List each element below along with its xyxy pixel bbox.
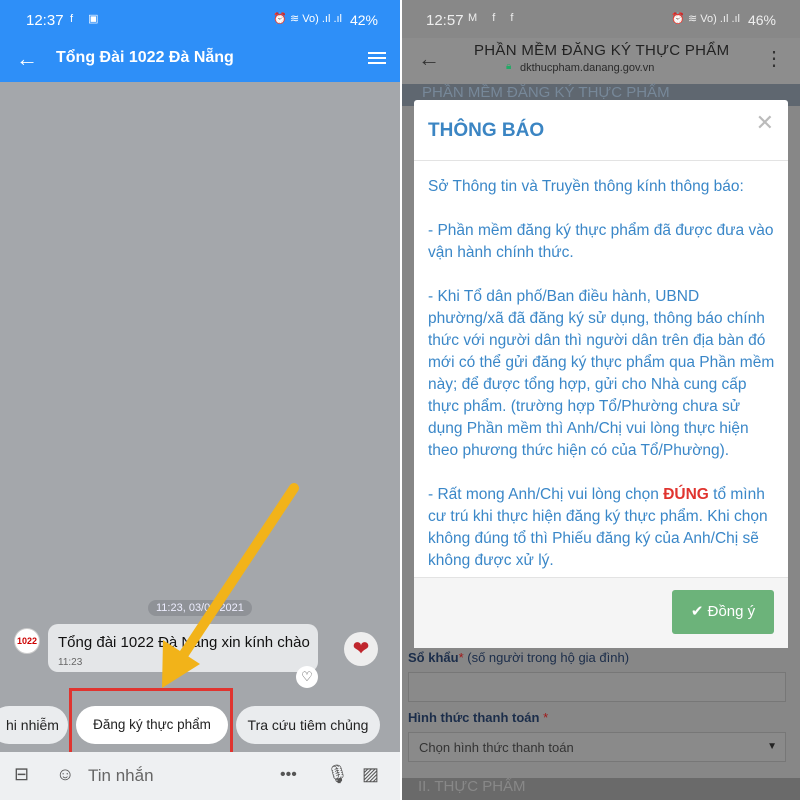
more-icon[interactable]: ••• xyxy=(280,766,297,784)
clock: 12:57 xyxy=(426,12,464,29)
close-icon[interactable]: ✕ xyxy=(756,110,774,136)
lock-icon: 🔒︎ xyxy=(506,61,512,72)
payment-select[interactable]: Chọn hình thức thanh toán ▼ xyxy=(408,732,786,762)
more-vert-icon[interactable]: ⋮ xyxy=(764,46,784,71)
chevron-down-icon: ▼ xyxy=(767,741,777,752)
household-label: Sổ khẩu* (số người trong hộ gia đình) xyxy=(408,650,630,665)
highlight-box xyxy=(69,688,233,756)
microphone-icon[interactable]: 🎙︎ xyxy=(326,764,349,785)
notice-paragraph: - Khi Tổ dân phố/Ban điều hành, UBND phư… xyxy=(428,288,775,459)
notification-icons: f ▣ xyxy=(70,13,105,25)
battery-level: 42% xyxy=(349,12,378,28)
notification-icons: M f f xyxy=(468,12,520,24)
heart-outline-icon[interactable]: ♡ xyxy=(296,666,318,688)
message-input[interactable]: Tin nhắn xyxy=(88,766,154,786)
payment-select-value: Chọn hình thức thanh toán xyxy=(419,740,574,755)
agree-button[interactable]: ✔ Đồng ý xyxy=(672,590,774,634)
chat-title: Tổng Đài 1022 Đà Nẵng xyxy=(56,49,234,66)
avatar[interactable]: 1022 xyxy=(14,628,40,654)
message-bubble[interactable]: Tổng đài 1022 Đà Nẵng xin kính chào 11:2… xyxy=(48,624,318,672)
divider xyxy=(414,160,788,161)
status-bar: 12:37 f ▣ ⏰ ≋ Vo) .ıl .ıl 42% xyxy=(0,0,400,38)
notice-modal: THÔNG BÁO ✕ Sở Thông tin và Truyền thông… xyxy=(414,100,788,648)
notice-paragraph: - Rất mong Anh/Chị vui lòng chọn ĐÚNG tổ… xyxy=(428,486,768,569)
quick-reply-vaccine-lookup[interactable]: Tra cứu tiêm chủng xyxy=(236,706,380,744)
browser-header: ← PHẦN MỀM ĐĂNG KÝ THỰC PHẨM 🔒︎ dkthucph… xyxy=(402,38,800,84)
notice-paragraph: - Phần mềm đăng ký thực phẩm đã được đưa… xyxy=(428,222,774,261)
heart-reaction-icon[interactable]: ❤ xyxy=(344,632,378,666)
message-text: Tổng đài 1022 Đà Nẵng xin kính chào xyxy=(58,634,310,651)
signal-icons: ⏰ ≋ Vo) .ıl .ıl xyxy=(671,13,740,25)
menu-icon[interactable] xyxy=(368,49,386,65)
inbox-icon[interactable]: ⊟ xyxy=(14,764,29,785)
modal-body: Sở Thông tin và Truyền thông kính thông … xyxy=(428,176,778,576)
status-bar: 12:57 M f f ⏰ ≋ Vo) .ıl .ıl 46% xyxy=(402,0,800,38)
section-heading: II. THỰC PHẨM xyxy=(402,778,800,800)
household-input[interactable] xyxy=(408,672,786,702)
browser-screen: 12:57 M f f ⏰ ≋ Vo) .ıl .ıl 46% ← PHẦN M… xyxy=(402,0,800,800)
payment-label: Hình thức thanh toán * xyxy=(408,710,549,725)
message-input-bar: ⊟ ☺ Tin nhắn ••• 🎙︎ ▨ xyxy=(0,752,400,800)
zalo-chat-screen: 12:37 f ▣ ⏰ ≋ Vo) .ıl .ıl 42% ← Tổng Đài… xyxy=(0,0,400,800)
back-arrow-icon[interactable]: ← xyxy=(418,46,440,72)
back-arrow-icon[interactable]: ← xyxy=(16,46,38,72)
signal-icons: ⏰ ≋ Vo) .ıl .ıl xyxy=(273,13,342,25)
notice-paragraph: Sở Thông tin và Truyền thông kính thông … xyxy=(428,178,744,195)
quick-reply-vaccination[interactable]: hi nhiễm xyxy=(0,706,68,744)
clock: 12:37 xyxy=(26,12,64,29)
sticker-icon[interactable]: ☺ xyxy=(56,764,74,785)
modal-footer: ✔ Đồng ý xyxy=(414,578,788,648)
modal-title: THÔNG BÁO xyxy=(428,120,545,141)
date-separator: 11:23, 03/08/2021 xyxy=(148,600,252,616)
check-icon: ✔ xyxy=(690,603,704,620)
image-icon[interactable]: ▨ xyxy=(362,764,379,785)
message-time: 11:23 xyxy=(58,657,83,668)
chat-header: ← Tổng Đài 1022 Đà Nẵng xyxy=(0,38,400,82)
battery-level: 46% xyxy=(747,12,776,28)
url-text[interactable]: dkthucpham.danang.gov.vn xyxy=(520,62,654,74)
page-title: PHẦN MỀM ĐĂNG KÝ THỰC PHẨM xyxy=(474,42,730,59)
